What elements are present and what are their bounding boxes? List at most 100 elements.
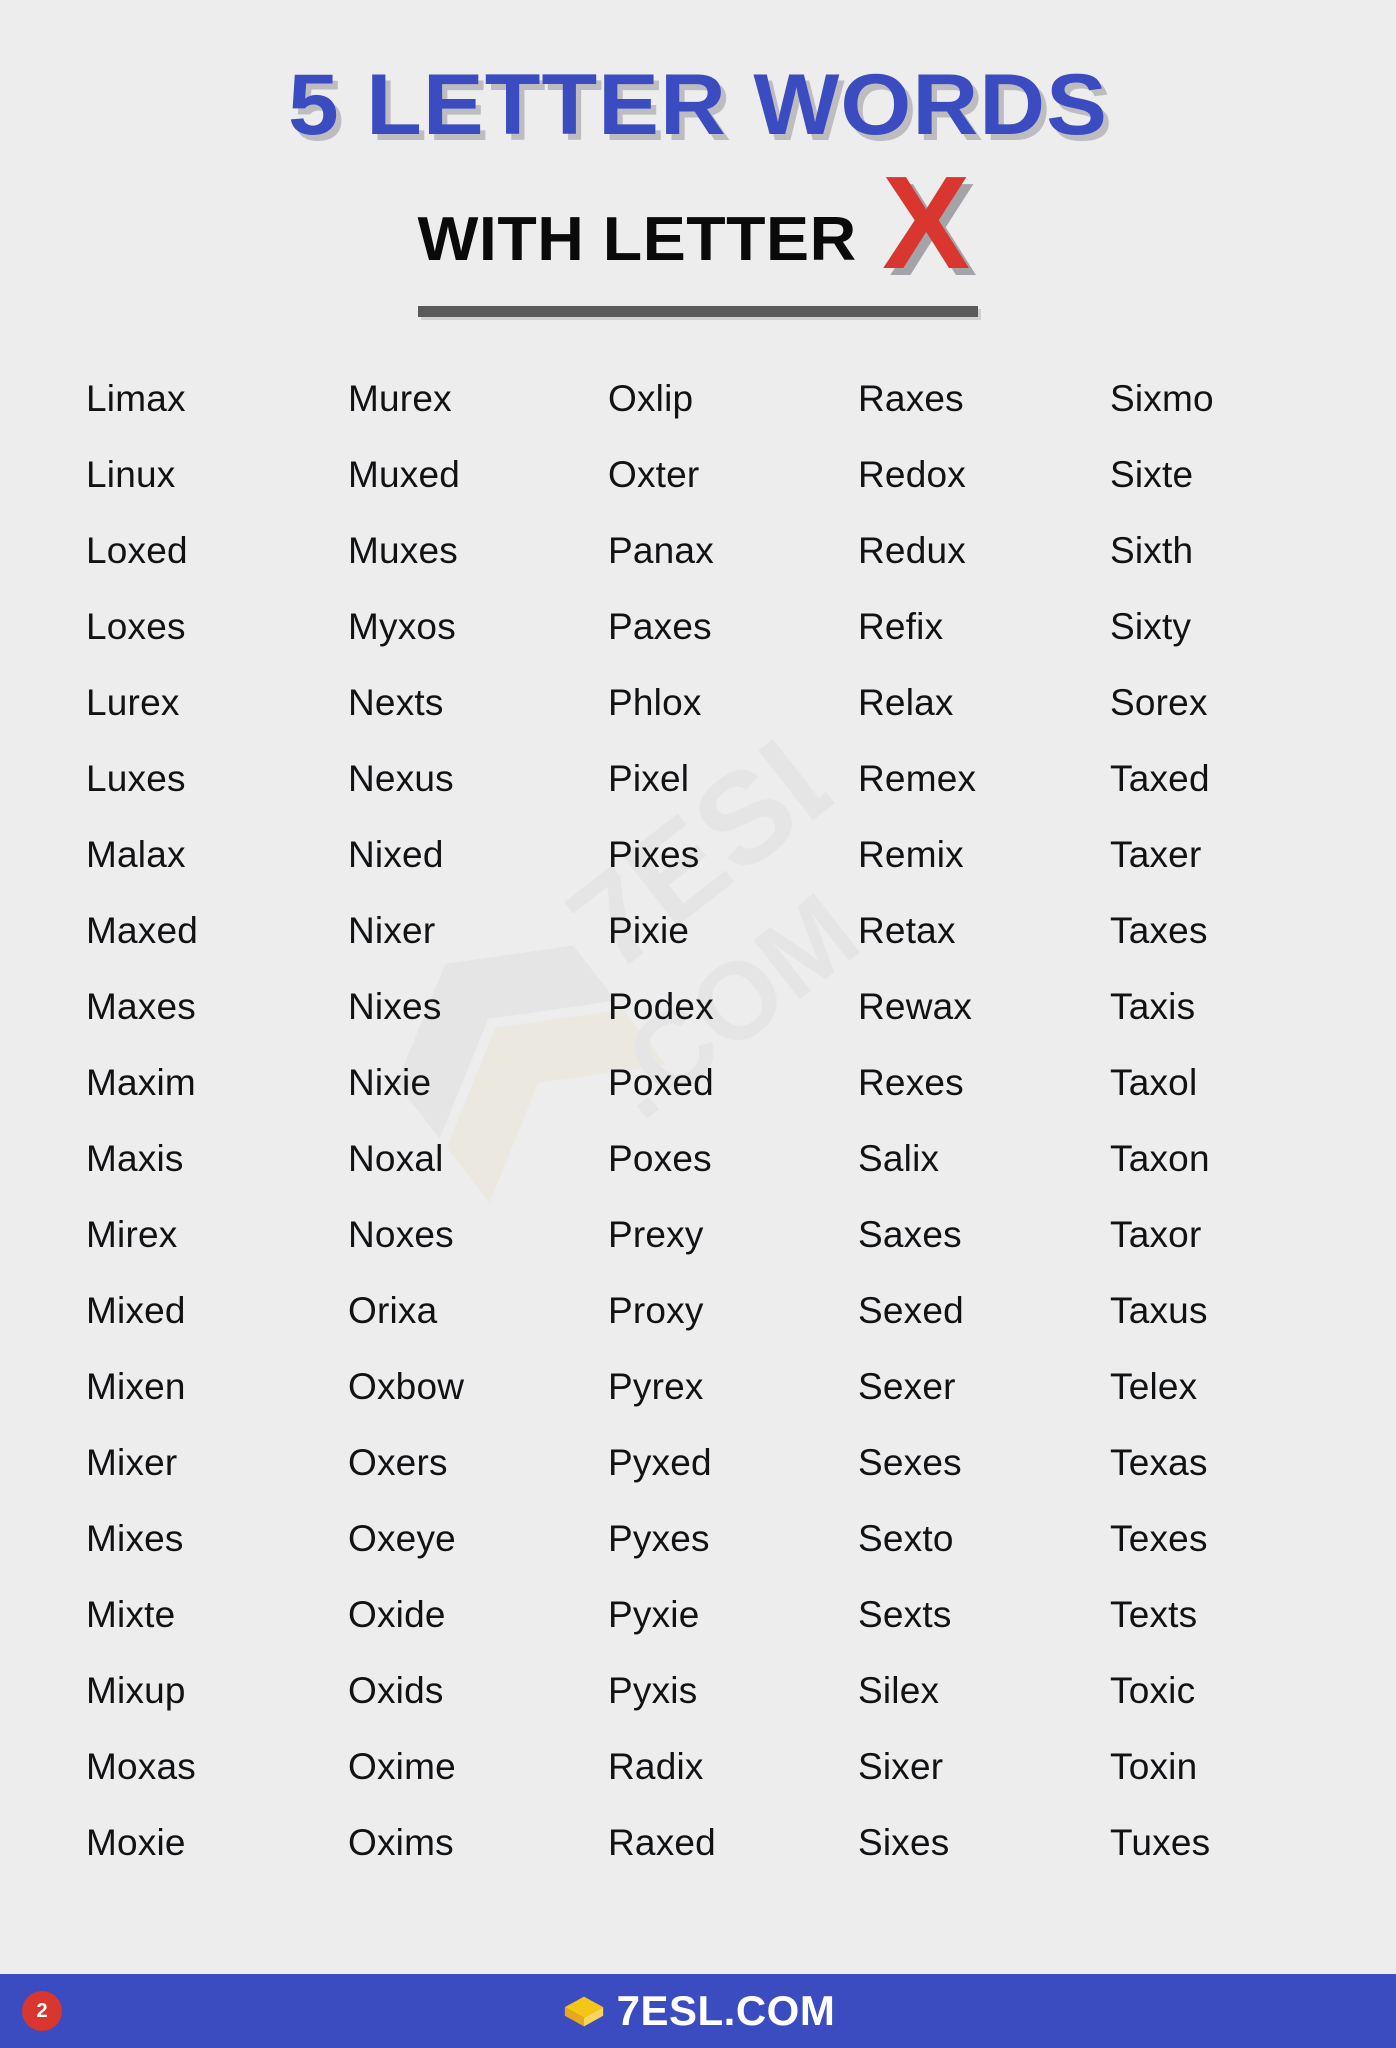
word-column-2: Murex Muxed Muxes Myxos Nexts Nexus Nixe… (324, 361, 578, 1881)
word-item: Sixes (858, 1821, 950, 1863)
word-item: Retax (858, 909, 956, 951)
word-item: Lurex (86, 681, 180, 723)
title-divider (418, 305, 978, 317)
word-item: Poxed (608, 1061, 714, 1103)
word-item: Malax (86, 833, 186, 875)
word-item: Loxes (86, 605, 186, 647)
word-item: Taxus (1110, 1289, 1208, 1331)
word-item: Pyxie (608, 1593, 700, 1635)
word-item: Noxal (348, 1137, 444, 1179)
word-item: Mixed (86, 1289, 186, 1331)
word-item: Mixes (86, 1517, 184, 1559)
word-item: Nexts (348, 681, 444, 723)
word-item: Rexes (858, 1061, 964, 1103)
word-item: Limax (86, 377, 186, 419)
word-item: Taxer (1110, 833, 1202, 875)
word-item: Sexer (858, 1365, 956, 1407)
word-item: Toxic (1110, 1669, 1196, 1711)
word-item: Sixty (1110, 605, 1192, 647)
divider-wrap (0, 305, 1396, 317)
word-item: Taxol (1110, 1061, 1198, 1103)
word-column-5: Sixmo Sixte Sixth Sixty Sorex Taxed Taxe… (1086, 361, 1340, 1881)
word-item: Nixes (348, 985, 442, 1027)
word-item: Tuxes (1110, 1821, 1211, 1863)
word-item: Oxbow (348, 1365, 465, 1407)
word-item: Poxes (608, 1137, 712, 1179)
word-item: Pixie (608, 909, 690, 951)
word-item: Oxims (348, 1821, 454, 1863)
word-column-3: Oxlip Oxter Panax Paxes Phlox Pixel Pixe… (578, 361, 832, 1881)
word-item: Podex (608, 985, 714, 1027)
word-item: Sorex (1110, 681, 1208, 723)
word-item: Sixte (1110, 453, 1194, 495)
word-item: Toxin (1110, 1745, 1198, 1787)
word-item: Maxed (86, 909, 199, 951)
word-item: Texts (1110, 1593, 1198, 1635)
word-item: Luxes (86, 757, 186, 799)
word-item: Panax (608, 529, 714, 571)
word-item: Oxide (348, 1593, 446, 1635)
graduation-cap-icon (564, 1996, 603, 2027)
brand-text: 7ESL.COM (616, 1987, 836, 2034)
word-item: Mixen (86, 1365, 186, 1407)
word-item: Silex (858, 1669, 940, 1711)
word-item: Mixup (86, 1669, 186, 1711)
word-item: Murex (348, 377, 452, 419)
word-item: Raxed (608, 1821, 716, 1863)
word-item: Refix (858, 605, 944, 647)
word-item: Redox (858, 453, 966, 495)
word-item: Texas (1110, 1441, 1208, 1483)
word-item: Telex (1110, 1365, 1198, 1407)
word-item: Linux (86, 453, 176, 495)
word-item: Nixed (348, 833, 444, 875)
word-item: Taxes (1110, 909, 1208, 951)
word-item: Taxon (1110, 1137, 1210, 1179)
word-item: Saxes (858, 1213, 962, 1255)
word-item: Noxes (348, 1213, 454, 1255)
word-item: Sixer (858, 1745, 944, 1787)
word-item: Relax (858, 681, 954, 723)
word-item: Taxor (1110, 1213, 1202, 1255)
word-column-4: Raxes Redox Redux Refix Relax Remex Remi… (832, 361, 1086, 1881)
word-item: Nixie (348, 1061, 432, 1103)
word-item: Pixel (608, 757, 690, 799)
word-list-grid: Limax Linux Loxed Loxes Lurex Luxes Mala… (0, 361, 1396, 1881)
word-item: Loxed (86, 529, 188, 571)
word-item: Nexus (348, 757, 454, 799)
word-item: Nixer (348, 909, 436, 951)
word-item: Phlox (608, 681, 702, 723)
word-item: Myxos (348, 605, 456, 647)
word-item: Pyxes (608, 1517, 710, 1559)
word-item: Moxie (86, 1821, 186, 1863)
word-item: Sixmo (1110, 377, 1214, 419)
word-item: Oxers (348, 1441, 448, 1483)
page-footer: 2 7ESL.COM (0, 1974, 1396, 2048)
word-item: Oxlip (608, 377, 694, 419)
word-item: Taxed (1110, 757, 1210, 799)
word-item: Oxime (348, 1745, 456, 1787)
word-item: Sexts (858, 1593, 952, 1635)
word-item: Oxids (348, 1669, 444, 1711)
word-item: Prexy (608, 1213, 704, 1255)
word-item: Paxes (608, 605, 712, 647)
word-item: Mixte (86, 1593, 176, 1635)
word-item: Pyrex (608, 1365, 704, 1407)
word-item: Sexto (858, 1517, 954, 1559)
page-title: 5 LETTER WORDS (287, 57, 1109, 153)
word-item: Maxis (86, 1137, 184, 1179)
word-item: Remex (858, 757, 977, 799)
word-item: Maxim (86, 1061, 196, 1103)
word-item: Taxis (1110, 985, 1196, 1027)
word-item: Muxed (348, 453, 461, 495)
word-item: Proxy (608, 1289, 704, 1331)
word-column-1: Limax Linux Loxed Loxes Lurex Luxes Mala… (70, 361, 324, 1881)
highlight-letter-x: X (882, 149, 971, 297)
word-item: Texes (1110, 1517, 1208, 1559)
brand-logo: 7ESL.COM (561, 1988, 836, 2034)
page-header: 5 LETTER WORDS WITH LETTER X (0, 0, 1396, 317)
word-item: Oxter (608, 453, 700, 495)
word-item: Mirex (86, 1213, 178, 1255)
word-item: Pyxis (608, 1669, 698, 1711)
word-item: Salix (858, 1137, 940, 1179)
word-item: Muxes (348, 529, 458, 571)
